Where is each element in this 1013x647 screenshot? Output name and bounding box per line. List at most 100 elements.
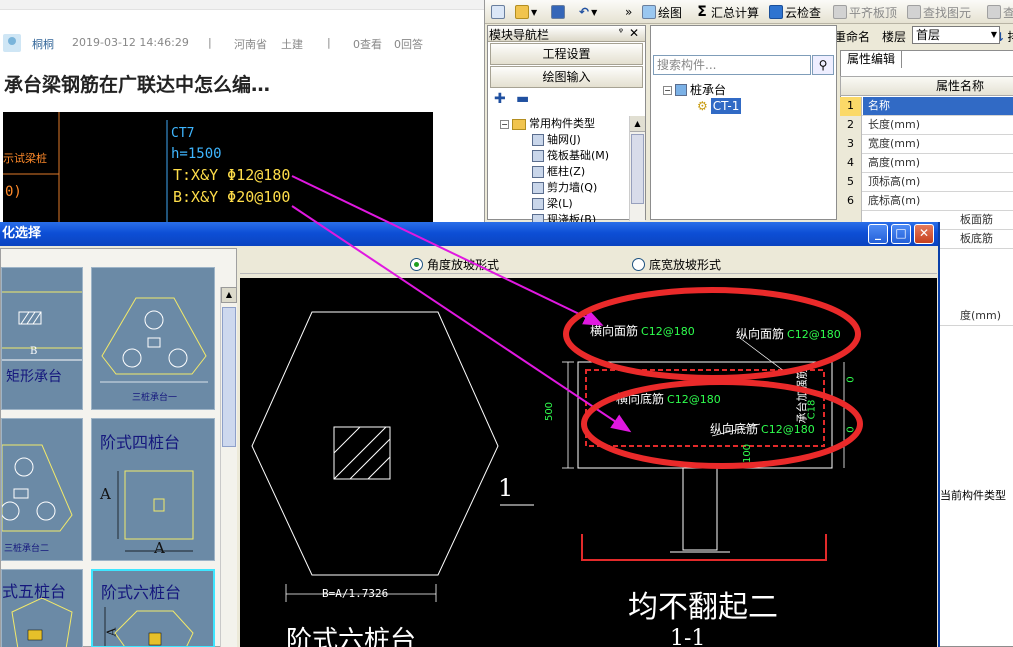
- tree-item-axis-grid[interactable]: 轴网(J): [532, 132, 581, 148]
- tree-label: 梁(L): [547, 197, 573, 210]
- property-row[interactable]: 5 顶标高(m): [840, 173, 1013, 192]
- property-row[interactable]: 2 长度(mm): [840, 116, 1013, 135]
- rebar-label: 纵向底筋: [710, 422, 759, 436]
- tree-item-pile-cap[interactable]: − 桩承台: [663, 82, 726, 98]
- tree-item-raft-foundation[interactable]: 筏板基础(M): [532, 148, 609, 164]
- component-search-input[interactable]: 搜索构件...: [653, 55, 811, 75]
- bottom-horizontal-rebar: 横向底筋 C12@180: [616, 390, 721, 407]
- open-button[interactable]: ▼: [515, 3, 537, 21]
- module-nav-title-text: 模块导航栏: [489, 28, 550, 42]
- radio-width-slope[interactable]: 底宽放坡形式: [632, 256, 721, 273]
- close-icon[interactable]: ✕: [629, 26, 639, 40]
- property-row[interactable]: 6 底标高(m): [840, 192, 1013, 211]
- row-number: 5: [840, 173, 862, 192]
- shape-tile-three-pile-1[interactable]: 三桩承台一: [91, 267, 215, 410]
- property-name: 顶标高(m): [868, 175, 921, 188]
- web-article: 桐桐 2019-03-12 14:46:29 | 河南省 土建 | 0查看 0回…: [0, 0, 484, 222]
- find-element-icon: [907, 5, 921, 19]
- module-nav-panel: 模块导航栏 ᵠ ✕ 工程设置 绘图输入 ✚ ▬ − 常用构件类型 轴网(J) 筏板…: [487, 25, 646, 226]
- scroll-thumb[interactable]: [222, 307, 236, 447]
- tree-item-shear-wall[interactable]: 剪力墙(Q): [532, 180, 597, 196]
- cad-top-rebar: T:X&Y Φ12@180: [173, 166, 291, 184]
- tree-item-common-types[interactable]: − 常用构件类型: [500, 116, 595, 132]
- radio-unchecked-icon[interactable]: [632, 258, 645, 271]
- section-bracket: [581, 534, 827, 561]
- tile-caption: 阶式四桩台: [100, 433, 181, 452]
- drawing-input-button[interactable]: 绘图输入: [490, 66, 643, 88]
- dimension-500: 500: [544, 401, 556, 422]
- scroll-up-icon[interactable]: ▲: [630, 116, 645, 132]
- dimension-b: B=A/1.7326: [322, 587, 389, 600]
- gallery-scrollbar[interactable]: ▲: [220, 287, 237, 647]
- browser-top-strip: [0, 0, 484, 10]
- shape-gallery: B 矩形承台 三桩承台一 三桩承台二 阶式四桩台 A A 式五桩台 阶式六桩台 …: [0, 248, 237, 647]
- author-name[interactable]: 桐桐: [32, 36, 54, 52]
- draw-button[interactable]: 绘图: [642, 3, 682, 21]
- cad-left-bracket: 0): [5, 184, 22, 200]
- shape-tile-three-pile-2[interactable]: 三桩承台二: [1, 418, 83, 561]
- property-row[interactable]: 1 名称: [840, 97, 1013, 116]
- dropdown-arrow-icon: ▼: [531, 7, 538, 17]
- minimize-button[interactable]: _: [868, 224, 888, 244]
- dimension-label: A: [100, 485, 111, 503]
- flat-slab-icon: [833, 5, 847, 19]
- raft-foundation-icon: [532, 150, 544, 162]
- tree-item-ct-1[interactable]: ⚙ CT-1: [697, 98, 742, 114]
- shape-tile-rect-cap[interactable]: B 矩形承台: [1, 267, 83, 410]
- discipline: 土建: [281, 38, 303, 51]
- floor-select[interactable]: 首层: [912, 26, 1000, 44]
- tree-item-beam[interactable]: 梁(L): [532, 196, 573, 212]
- collapse-all-icon[interactable]: ▬: [516, 91, 529, 107]
- slope-form-options: 角度放坡形式 底宽放坡形式: [240, 252, 937, 274]
- tree-label: 常用构件类型: [529, 117, 595, 130]
- side-rebar-value: C18: [806, 399, 818, 420]
- cad-left-label: 示试梁桩: [3, 152, 47, 165]
- maximize-button[interactable]: □: [891, 224, 911, 244]
- radio-angle-slope[interactable]: 角度放坡形式: [410, 256, 499, 273]
- avatar[interactable]: [3, 34, 21, 52]
- tile-caption: 三桩承台二: [4, 544, 50, 554]
- view-label: 查: [1003, 4, 1013, 21]
- close-button[interactable]: ✕: [914, 224, 934, 244]
- new-file-button[interactable]: [491, 3, 505, 21]
- find-element-button[interactable]: 查找图元: [907, 3, 971, 21]
- tree-item-frame-column[interactable]: 框柱(Z): [532, 164, 585, 180]
- nav-scrollbar[interactable]: ▲: [629, 116, 645, 221]
- tree-label: 筏板基础(M): [547, 149, 610, 162]
- shape-tile-five-pile[interactable]: 式五桩台: [1, 569, 83, 647]
- save-button[interactable]: [551, 3, 565, 21]
- expand-all-icon[interactable]: ✚: [494, 91, 506, 107]
- rect-cap-drawing: [2, 291, 82, 361]
- project-settings-button[interactable]: 工程设置: [490, 43, 643, 65]
- collapse-node-icon[interactable]: −: [663, 85, 672, 95]
- undo-button[interactable]: ↶ ▼: [579, 3, 597, 21]
- toolbar-overflow[interactable]: »: [625, 3, 632, 21]
- calc-button[interactable]: Σ 汇总计算: [695, 3, 759, 21]
- shape-tile-stepped-four-pile[interactable]: 阶式四桩台 A A: [91, 418, 215, 561]
- scroll-thumb[interactable]: [631, 134, 644, 204]
- tree-label: 桩承台: [690, 83, 727, 97]
- collapse-node-icon[interactable]: −: [500, 119, 509, 129]
- tab-property-edit[interactable]: 属性编辑: [840, 50, 902, 68]
- view-button[interactable]: 查: [987, 3, 1013, 21]
- dimension-label: A: [154, 539, 165, 557]
- pin-icon[interactable]: ᵠ: [619, 27, 623, 38]
- radio-label: 底宽放坡形式: [649, 258, 722, 272]
- draw-icon: [642, 5, 656, 19]
- property-row[interactable]: 4 高度(mm): [840, 154, 1013, 173]
- flat-slab-label: 平齐板顶: [849, 5, 898, 20]
- property-row[interactable]: 3 宽度(mm): [840, 135, 1013, 154]
- property-name: 板面筋: [960, 213, 993, 226]
- search-button[interactable]: ⚲: [812, 55, 834, 75]
- top-horizontal-rebar: 横向面筋 C12@180: [590, 322, 695, 339]
- current-component-type: 当前构件类型: [940, 489, 1006, 502]
- rename-label: 重命名: [834, 30, 871, 44]
- scroll-up-icon[interactable]: ▲: [221, 287, 237, 303]
- flat-slab-button[interactable]: 平齐板顶: [833, 3, 897, 21]
- radio-checked-icon[interactable]: [410, 258, 423, 271]
- cloud-check-button[interactable]: 云检查: [769, 3, 821, 21]
- view-icon: [987, 5, 1001, 19]
- folder-icon: [512, 118, 526, 130]
- dialog-titlebar[interactable]: 化选择 _ □ ✕: [0, 222, 938, 246]
- shape-tile-stepped-six-pile[interactable]: 阶式六桩台 A: [91, 569, 215, 647]
